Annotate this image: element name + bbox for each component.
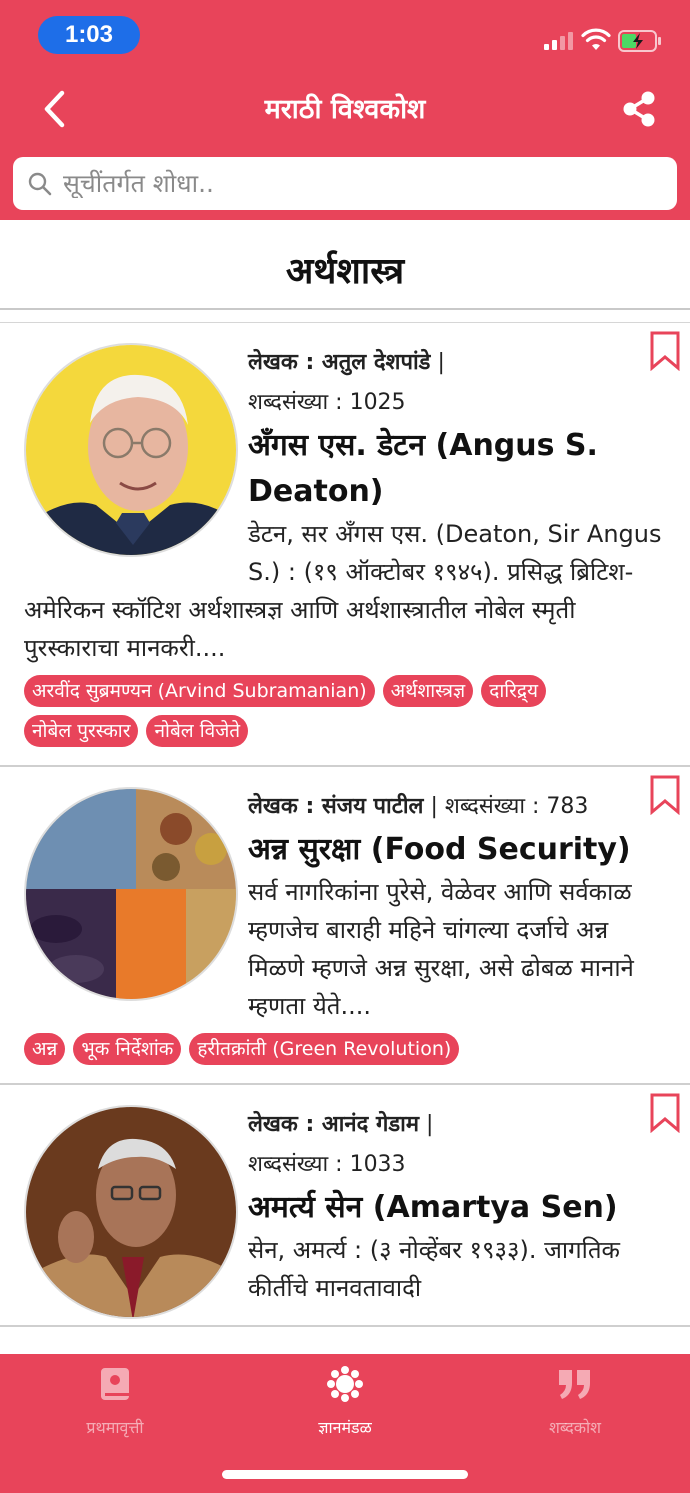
meta-separator: |	[437, 350, 445, 375]
tag-chip[interactable]: नोबेल पुरस्कार	[24, 715, 139, 747]
header: 1:03 मराठी विश्वकोश	[0, 0, 690, 220]
tab-label: प्रथमावृत्ती	[86, 1418, 144, 1437]
search-input[interactable]	[63, 169, 663, 198]
status-bar: 1:03	[0, 0, 690, 74]
tag-list: अन्न भूक निर्देशांक हरीतक्रांती (Green R…	[24, 1025, 666, 1065]
book-icon	[101, 1368, 129, 1400]
article-thumbnail	[24, 1105, 238, 1319]
author-label: लेखक : अतुल देशपांडे	[248, 350, 431, 375]
bookmark-icon[interactable]	[650, 775, 680, 815]
tab-prathamavrutti[interactable]: प्रथमावृत्ती	[0, 1354, 230, 1454]
tab-label: ज्ञानमंडळ	[318, 1418, 372, 1437]
bookmark-icon[interactable]	[650, 1093, 680, 1133]
search-bar[interactable]	[13, 157, 677, 210]
tag-chip[interactable]: अरवींद सुब्रमण्यन (Arvind Subramanian)	[24, 675, 375, 707]
tag-chip[interactable]: नोबेल विजेते	[146, 715, 249, 747]
article-thumbnail	[24, 787, 238, 1001]
section-header: अर्थशास्त्र	[0, 230, 690, 310]
flower-icon	[327, 1366, 363, 1402]
tag-chip[interactable]: अन्न	[24, 1033, 66, 1065]
share-button[interactable]	[618, 88, 660, 130]
tag-chip[interactable]: हरीतक्रांती (Green Revolution)	[189, 1033, 460, 1065]
bookmark-icon[interactable]	[650, 331, 680, 371]
back-button[interactable]	[34, 88, 74, 130]
cellular-signal-icon	[544, 30, 573, 50]
search-icon	[28, 172, 52, 195]
quote-icon	[559, 1370, 590, 1399]
page-title: मराठी विश्वकोश	[264, 94, 426, 125]
article-card[interactable]: लेखक : अतुल देशपांडे | शब्दसंख्या : 1025…	[0, 323, 690, 767]
word-count: शब्दसंख्या : 783	[444, 794, 589, 819]
share-icon	[623, 91, 655, 127]
section-title: अर्थशास्त्र	[285, 250, 405, 292]
article-list[interactable]: लेखक : अतुल देशपांडे | शब्दसंख्या : 1025…	[0, 322, 690, 1354]
tag-chip[interactable]: अर्थशास्त्रज्ञ	[382, 675, 474, 707]
battery-icon	[618, 30, 661, 52]
tag-list: अरवींद सुब्रमण्यन (Arvind Subramanian) अ…	[24, 667, 666, 747]
wifi-icon	[581, 28, 611, 50]
article-thumbnail	[24, 343, 238, 557]
article-card[interactable]: लेखक : संजय पाटील | शब्दसंख्या : 783 अन्…	[0, 767, 690, 1085]
tab-shabdakosh[interactable]: शब्दकोश	[460, 1354, 690, 1454]
status-time: 1:03	[38, 16, 140, 54]
meta-separator: |	[425, 1112, 434, 1137]
meta-separator: |	[430, 794, 438, 819]
tab-label: शब्दकोश	[548, 1418, 602, 1437]
home-indicator	[222, 1470, 468, 1479]
author-label: लेखक : आनंद गेडाम	[248, 1112, 419, 1137]
tab-bar: प्रथमावृत्ती ज्ञानमंडळ शब्दकोश	[0, 1354, 690, 1493]
tag-chip[interactable]: भूक निर्देशांक	[73, 1033, 182, 1065]
tab-gyanmandal[interactable]: ज्ञानमंडळ	[230, 1354, 460, 1454]
author-label: लेखक : संजय पाटील	[248, 794, 424, 819]
tag-chip[interactable]: दारिद्र्य	[481, 675, 547, 707]
article-card[interactable]: लेखक : आनंद गेडाम | शब्दसंख्या : 1033 अम…	[0, 1085, 690, 1327]
chevron-left-icon	[44, 90, 65, 128]
